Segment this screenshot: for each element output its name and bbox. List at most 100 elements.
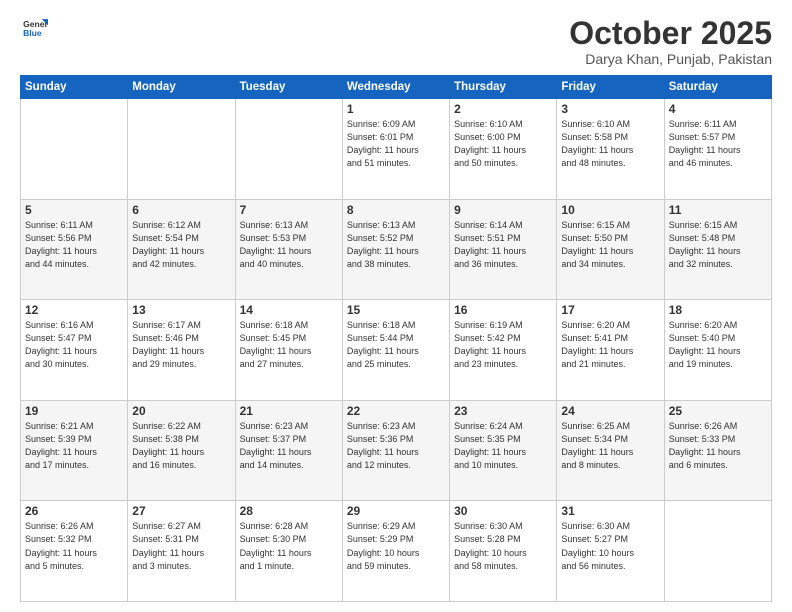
day-number: 1 [347,102,445,116]
day-number: 30 [454,504,552,518]
calendar-cell: 3 Sunrise: 6:10 AM Sunset: 5:58 PM Daylig… [557,99,664,200]
calendar-cell [21,99,128,200]
col-header-tuesday: Tuesday [235,76,342,99]
calendar-table: SundayMondayTuesdayWednesdayThursdayFrid… [20,75,772,602]
calendar-header-row: SundayMondayTuesdayWednesdayThursdayFrid… [21,76,772,99]
day-info: Sunrise: 6:25 AM Sunset: 5:34 PM Dayligh… [561,420,659,472]
calendar-week-3: 12 Sunrise: 6:16 AM Sunset: 5:47 PM Dayli… [21,300,772,401]
day-number: 29 [347,504,445,518]
calendar-cell: 31 Sunrise: 6:30 AM Sunset: 5:27 PM Dayli… [557,501,664,602]
calendar-cell: 28 Sunrise: 6:28 AM Sunset: 5:30 PM Dayli… [235,501,342,602]
calendar-cell: 21Sunrise: 6:23 AM Sunset: 5:37 PM Dayli… [235,400,342,501]
calendar-week-1: 1 Sunrise: 6:09 AM Sunset: 6:01 PM Daylig… [21,99,772,200]
calendar-cell: 26Sunrise: 6:26 AM Sunset: 5:32 PM Dayli… [21,501,128,602]
calendar-cell: 24 Sunrise: 6:25 AM Sunset: 5:34 PM Dayli… [557,400,664,501]
col-header-friday: Friday [557,76,664,99]
day-number: 24 [561,404,659,418]
day-info: Sunrise: 6:20 AM Sunset: 5:40 PM Dayligh… [669,319,767,371]
calendar-cell: 18Sunrise: 6:20 AM Sunset: 5:40 PM Dayli… [664,300,771,401]
day-info: Sunrise: 6:09 AM Sunset: 6:01 PM Dayligh… [347,118,445,170]
calendar-cell [128,99,235,200]
day-number: 31 [561,504,659,518]
calendar-cell: 22Sunrise: 6:23 AM Sunset: 5:36 PM Dayli… [342,400,449,501]
day-info: Sunrise: 6:23 AM Sunset: 5:37 PM Dayligh… [240,420,338,472]
calendar-cell: 30 Sunrise: 6:30 AM Sunset: 5:28 PM Dayli… [450,501,557,602]
day-info: Sunrise: 6:16 AM Sunset: 5:47 PM Dayligh… [25,319,123,371]
calendar-week-5: 26Sunrise: 6:26 AM Sunset: 5:32 PM Dayli… [21,501,772,602]
col-header-sunday: Sunday [21,76,128,99]
calendar-cell: 1 Sunrise: 6:09 AM Sunset: 6:01 PM Daylig… [342,99,449,200]
calendar-cell: 17Sunrise: 6:20 AM Sunset: 5:41 PM Dayli… [557,300,664,401]
day-number: 3 [561,102,659,116]
calendar-cell: 29 Sunrise: 6:29 AM Sunset: 5:29 PM Dayli… [342,501,449,602]
calendar-cell: 2Sunrise: 6:10 AM Sunset: 6:00 PM Daylig… [450,99,557,200]
day-number: 19 [25,404,123,418]
svg-text:Blue: Blue [23,28,42,38]
day-number: 23 [454,404,552,418]
col-header-wednesday: Wednesday [342,76,449,99]
calendar-cell [664,501,771,602]
day-info: Sunrise: 6:30 AM Sunset: 5:28 PM Dayligh… [454,520,552,572]
day-info: Sunrise: 6:15 AM Sunset: 5:50 PM Dayligh… [561,219,659,271]
day-info: Sunrise: 6:21 AM Sunset: 5:39 PM Dayligh… [25,420,123,472]
day-info: Sunrise: 6:22 AM Sunset: 5:38 PM Dayligh… [132,420,230,472]
day-info: Sunrise: 6:18 AM Sunset: 5:45 PM Dayligh… [240,319,338,371]
calendar-cell [235,99,342,200]
day-number: 4 [669,102,767,116]
calendar-cell: 4 Sunrise: 6:11 AM Sunset: 5:57 PM Daylig… [664,99,771,200]
calendar-cell: 9Sunrise: 6:14 AM Sunset: 5:51 PM Daylig… [450,199,557,300]
title-block: October 2025 Darya Khan, Punjab, Pakista… [569,16,772,67]
day-number: 8 [347,203,445,217]
day-number: 25 [669,404,767,418]
day-info: Sunrise: 6:18 AM Sunset: 5:44 PM Dayligh… [347,319,445,371]
day-info: Sunrise: 6:19 AM Sunset: 5:42 PM Dayligh… [454,319,552,371]
calendar-cell: 7 Sunrise: 6:13 AM Sunset: 5:53 PM Daylig… [235,199,342,300]
day-info: Sunrise: 6:28 AM Sunset: 5:30 PM Dayligh… [240,520,338,572]
day-info: Sunrise: 6:26 AM Sunset: 5:33 PM Dayligh… [669,420,767,472]
day-info: Sunrise: 6:30 AM Sunset: 5:27 PM Dayligh… [561,520,659,572]
page: General Blue October 2025 Darya Khan, Pu… [0,0,792,612]
day-number: 5 [25,203,123,217]
day-number: 6 [132,203,230,217]
calendar-cell: 14 Sunrise: 6:18 AM Sunset: 5:45 PM Dayli… [235,300,342,401]
col-header-saturday: Saturday [664,76,771,99]
calendar-cell: 10 Sunrise: 6:15 AM Sunset: 5:50 PM Dayli… [557,199,664,300]
calendar-cell: 25 Sunrise: 6:26 AM Sunset: 5:33 PM Dayli… [664,400,771,501]
calendar-cell: 13 Sunrise: 6:17 AM Sunset: 5:46 PM Dayli… [128,300,235,401]
subtitle: Darya Khan, Punjab, Pakistan [569,51,772,67]
day-info: Sunrise: 6:13 AM Sunset: 5:53 PM Dayligh… [240,219,338,271]
day-info: Sunrise: 6:27 AM Sunset: 5:31 PM Dayligh… [132,520,230,572]
header: General Blue October 2025 Darya Khan, Pu… [20,16,772,67]
day-number: 12 [25,303,123,317]
day-number: 22 [347,404,445,418]
day-info: Sunrise: 6:17 AM Sunset: 5:46 PM Dayligh… [132,319,230,371]
calendar-week-4: 19 Sunrise: 6:21 AM Sunset: 5:39 PM Dayli… [21,400,772,501]
day-info: Sunrise: 6:12 AM Sunset: 5:54 PM Dayligh… [132,219,230,271]
day-number: 2 [454,102,552,116]
day-info: Sunrise: 6:10 AM Sunset: 5:58 PM Dayligh… [561,118,659,170]
calendar-cell: 19 Sunrise: 6:21 AM Sunset: 5:39 PM Dayli… [21,400,128,501]
day-number: 17 [561,303,659,317]
day-number: 13 [132,303,230,317]
day-number: 10 [561,203,659,217]
logo-icon: General Blue [20,16,48,44]
calendar-cell: 8Sunrise: 6:13 AM Sunset: 5:52 PM Daylig… [342,199,449,300]
day-info: Sunrise: 6:11 AM Sunset: 5:56 PM Dayligh… [25,219,123,271]
day-number: 15 [347,303,445,317]
month-title: October 2025 [569,16,772,51]
day-number: 28 [240,504,338,518]
logo: General Blue [20,16,48,44]
calendar-cell: 16Sunrise: 6:19 AM Sunset: 5:42 PM Dayli… [450,300,557,401]
day-number: 11 [669,203,767,217]
calendar-cell: 23 Sunrise: 6:24 AM Sunset: 5:35 PM Dayli… [450,400,557,501]
col-header-thursday: Thursday [450,76,557,99]
day-info: Sunrise: 6:29 AM Sunset: 5:29 PM Dayligh… [347,520,445,572]
day-info: Sunrise: 6:24 AM Sunset: 5:35 PM Dayligh… [454,420,552,472]
day-info: Sunrise: 6:11 AM Sunset: 5:57 PM Dayligh… [669,118,767,170]
day-number: 7 [240,203,338,217]
day-number: 27 [132,504,230,518]
calendar-cell: 12 Sunrise: 6:16 AM Sunset: 5:47 PM Dayli… [21,300,128,401]
calendar-cell: 27 Sunrise: 6:27 AM Sunset: 5:31 PM Dayli… [128,501,235,602]
calendar-week-2: 5 Sunrise: 6:11 AM Sunset: 5:56 PM Daylig… [21,199,772,300]
day-number: 14 [240,303,338,317]
